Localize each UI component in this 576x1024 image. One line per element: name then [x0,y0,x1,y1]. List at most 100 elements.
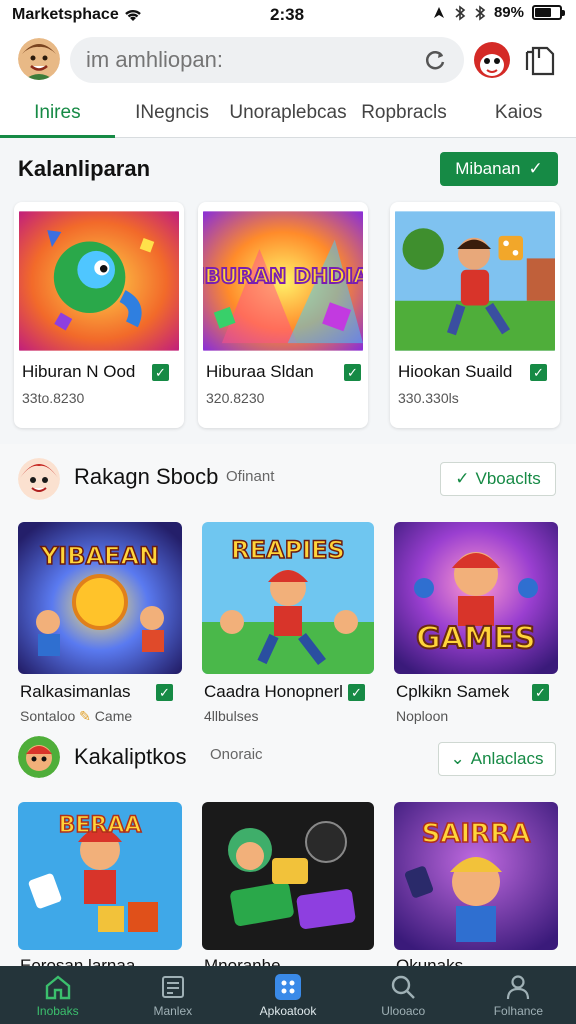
game-name: Hiburaa Sldan [206,362,314,381]
button-label: Anlaclacs [470,749,544,768]
game-name: Ralkasimanlas [20,682,131,701]
user-avatar[interactable] [18,38,60,80]
installed-check-icon: ✓ [344,364,361,381]
section-action-button[interactable]: Mibanan ✓ [440,152,558,186]
nav-item-home[interactable]: Inobaks [0,966,115,1024]
tab-inires[interactable]: Inires [0,92,115,138]
bluetooth-icon [455,4,466,21]
section-subtitle: Ofinant [226,468,275,485]
nav-label: Ulooaco [381,1003,426,1018]
apps-grid-icon [275,973,301,1000]
profile-icon [507,974,530,999]
game-meta-text: Sontaloo [20,708,76,724]
pencil-icon: ✎ [79,708,91,724]
battery-percent: 89% [493,4,524,21]
game-meta: 33to.8230 [22,390,85,406]
game-thumbnail [202,802,374,950]
game-card[interactable]: YIBAEAN Ralkasimanlas ✓ Sontaloo ✎ Came [18,522,182,724]
refresh-icon[interactable] [422,47,448,73]
section-kakaliptkos: Kakaliptkos Onoraic ⌄ Anlaclacs BERAA Eo… [0,734,576,970]
battery-icon [532,5,565,20]
nav-item-list[interactable]: Manlex [115,966,230,1024]
game-card[interactable]: Hiburan N Ood ✓ 33to.8230 [14,202,184,428]
thumbnail-title: HIBURAN DHDIAN [203,264,363,288]
game-meta-tag: Came [94,708,133,724]
game-thumbnail: REAPIES [202,522,374,674]
share-icon [525,46,555,76]
tab-kaios[interactable]: Kaios [461,92,576,137]
list-icon [161,975,184,998]
carrier-label: Marketsphace [12,6,119,23]
nav-item-apps[interactable]: Apkoatook [230,966,345,1024]
mascot-button[interactable] [472,40,512,80]
bluetooth-icon [475,4,486,21]
installed-check-icon: ✓ [532,684,549,701]
tab-inegncis[interactable]: INegncis [115,92,230,137]
wifi-icon [124,9,141,21]
nav-item-profile[interactable]: Folhance [461,966,576,1024]
game-card[interactable]: REAPIES Caadra Honopnerl ✓ 4llbulses [202,522,374,724]
thumbnail-title: GAMES [416,621,536,656]
game-name: Caadra Honopnerl [204,682,343,701]
section-rakagn-sbocb: Rakagn Sbocb Ofinant ✓ Vboaclts YIBAEAN … [0,444,576,734]
chevron-down-icon: ⌄ [450,749,465,768]
game-meta: 330.330ls [398,390,459,406]
button-label: Vboaclts [475,469,541,488]
section-subtitle: Onoraic [210,746,263,763]
game-thumbnail: HIBURAN DHDIAN [203,211,363,351]
status-bar: Marketsphace 2:38 89% [0,0,576,30]
section-kalanliparan: Kalanliparan Mibanan ✓ Hiburan N Ood ✓ 3… [0,140,576,440]
game-meta: Noploon [396,708,449,724]
game-thumbnail: BERAA [18,802,182,950]
installed-check-icon: ✓ [530,364,547,381]
check-icon: ✓ [455,469,470,488]
game-meta: 320.8230 [206,390,265,406]
game-card[interactable]: BERAA Eorosan larnaa [18,802,182,970]
section-avatar [18,458,60,500]
section-action-button[interactable]: ✓ Vboaclts [440,462,556,496]
thumbnail-title: SAIRRA [422,819,531,849]
search-bar[interactable] [70,37,464,83]
game-name: Hiburan N Ood [22,362,136,381]
installed-check-icon: ✓ [156,684,173,701]
bottom-navigation: Inobaks Manlex Apkoatook Ulooaco Folhanc… [0,966,576,1024]
app-header [0,30,576,92]
game-card[interactable]: GAMES Cplkikn Samek ✓ Noploon [394,522,558,724]
game-thumbnail: YIBAEAN [18,522,182,674]
installed-check-icon: ✓ [152,364,169,381]
section-title: Kalanliparan [18,156,151,181]
button-label: Mibanan [455,159,521,178]
nav-label: Inobaks [36,1003,79,1018]
thumbnail-title: YIBAEAN [40,542,159,570]
thumbnail-title: REAPIES [231,536,345,564]
game-thumbnail [19,211,179,351]
thumbnail-title: BERAA [59,813,142,838]
share-button[interactable] [520,40,560,80]
search-input[interactable] [86,47,422,73]
game-meta: 4llbulses [204,708,259,724]
section-title: Rakagn Sbocb [74,464,219,489]
tab-unoraplebcas[interactable]: Unoraplebcas [229,92,346,137]
game-card[interactable]: SAIRRA Okunaks [394,802,558,970]
location-icon [433,6,444,18]
nav-item-search[interactable]: Ulooaco [346,966,461,1024]
game-meta: Sontaloo ✎ Came [20,708,132,725]
category-tabs: Inires INegncis Unoraplebcas Ropbracls K… [0,92,576,138]
game-name: Hiookan Suaild [398,362,513,381]
section-avatar [18,736,60,778]
game-card[interactable]: HIBURAN DHDIAN Hiburaa Sldan ✓ 320.8230 [198,202,368,428]
section-action-button[interactable]: ⌄ Anlaclacs [438,742,556,776]
tab-ropbracls[interactable]: Ropbracls [347,92,462,137]
game-name: Cplkikn Samek [396,682,510,701]
game-thumbnail: SAIRRA [394,802,558,950]
game-card[interactable]: Hiookan Suaild ✓ 330.330ls [390,202,560,428]
search-icon [392,975,416,999]
nav-label: Folhance [493,1003,544,1018]
nav-label: Apkoatook [259,1003,317,1018]
status-time: 2:38 [270,5,305,24]
installed-check-icon: ✓ [348,684,365,701]
game-thumbnail [395,211,555,351]
game-card[interactable]: Mnoranhe [202,802,374,970]
nav-label: Manlex [153,1003,193,1018]
check-icon: ✓ [528,159,543,178]
